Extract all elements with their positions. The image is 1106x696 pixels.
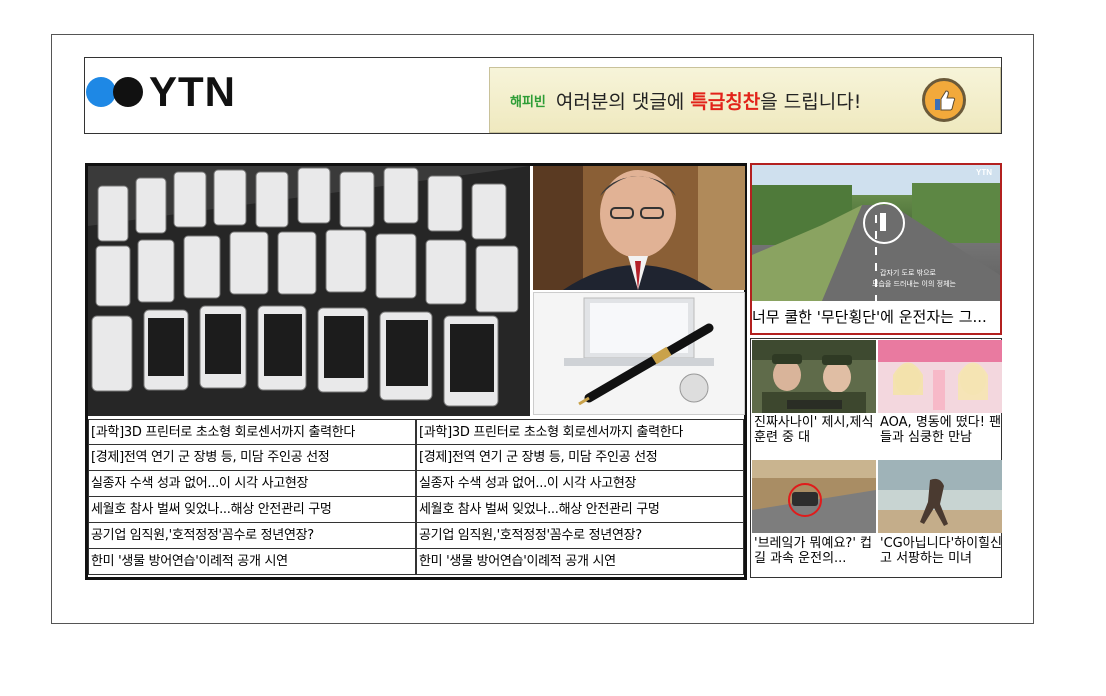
news-list-right: [과학]3D 프린터로 초소형 회로센서까지 출력한다 [경제]전역 연기 군 … xyxy=(416,419,744,575)
logo-black-dot xyxy=(113,77,143,107)
news-link[interactable]: 한미 '생물 방어연습'이례적 공개 시연 xyxy=(88,549,416,575)
banner-brand: 해피빈 xyxy=(510,94,546,110)
video-overlay-line-2: 모습을 드러내는 이의 정체는 xyxy=(872,279,957,288)
tile-caption[interactable]: 'CG아닙니다'하이힐신고 서팡하는 미녀 xyxy=(878,536,1002,570)
news-link[interactable]: [경제]전역 연기 군 장병 등, 미담 주인공 선정 xyxy=(416,445,744,471)
news-link[interactable]: 공기업 임직원,'호적정정'꼼수로 정년연장? xyxy=(88,523,416,549)
banner-text-after: 을 드립니다! xyxy=(760,90,862,113)
news-link[interactable]: 세월호 참사 벌써 잊었나...해상 안전관리 구멍 xyxy=(416,497,744,523)
news-link[interactable]: 한미 '생물 방어연습'이례적 공개 시연 xyxy=(416,549,744,575)
news-link[interactable]: 실종자 수색 성과 없어...이 시각 사고현장 xyxy=(88,471,416,497)
banner-text-before: 여러분의 댓글에 xyxy=(555,90,691,113)
smartphones-photo[interactable] xyxy=(88,166,530,416)
tile-caption[interactable]: '브레잌가 뭐예요?' 컵길 과속 운전의... xyxy=(752,536,876,570)
jaywalking-video-thumbnail[interactable]: YTN 갑자기 도로 밖으로 모습을 드러내는 이의 정체는 xyxy=(752,165,1000,301)
news-link[interactable]: 공기업 임직원,'호적정정'꼼수로 정년연장? xyxy=(416,523,744,549)
logo-text: YTN xyxy=(149,68,236,115)
news-list-left: [과학]3D 프린터로 초소형 회로센서까지 출력한다 [경제]전역 연기 군 … xyxy=(88,419,416,575)
spy-pen-photo[interactable] xyxy=(533,292,745,415)
logo-blue-dot xyxy=(86,77,116,107)
news-link[interactable]: [과학]3D 프린터로 초소형 회로센서까지 출력한다 xyxy=(416,419,744,445)
ytn-watermark: YTN xyxy=(976,168,992,177)
tile-caption[interactable]: 진짜사나이' 제시,제식훈련 중 대 xyxy=(752,415,876,449)
ytn-logo[interactable]: YTN xyxy=(86,64,366,120)
thumbs-up-icon xyxy=(922,78,966,122)
speeding-car-thumbnail[interactable] xyxy=(752,460,876,533)
featured-caption[interactable]: 너무 쿨한 '무단횡단'에 운전자는 그... xyxy=(752,303,1000,331)
banner-highlight: 특급칭찬 xyxy=(690,90,761,113)
beach-surfing-thumbnail[interactable] xyxy=(878,460,1002,533)
news-link[interactable]: 실종자 수색 성과 없어...이 시각 사고현장 xyxy=(416,471,744,497)
news-link[interactable]: 세월호 참사 벌써 잊었나...해상 안전관리 구멍 xyxy=(88,497,416,523)
news-link[interactable]: [과학]3D 프린터로 초소형 회로센서까지 출력한다 xyxy=(88,419,416,445)
tile-caption[interactable]: AOA, 명동에 떴다! 팬들과 심쿵한 만남 xyxy=(878,415,1002,449)
banner-text: 여러분의 댓글에 특급칭찬을 드립니다! xyxy=(556,87,861,114)
video-overlay-line-1: 갑자기 도로 밖으로 xyxy=(880,268,937,277)
politician-photo[interactable] xyxy=(533,166,745,290)
aoa-fan-meeting-thumbnail[interactable] xyxy=(878,340,1002,413)
military-show-thumbnail[interactable] xyxy=(752,340,876,413)
happybean-banner[interactable]: 해피빈 여러분의 댓글에 특급칭찬을 드립니다! xyxy=(489,67,1001,133)
news-link[interactable]: [경제]전역 연기 군 장병 등, 미담 주인공 선정 xyxy=(88,445,416,471)
